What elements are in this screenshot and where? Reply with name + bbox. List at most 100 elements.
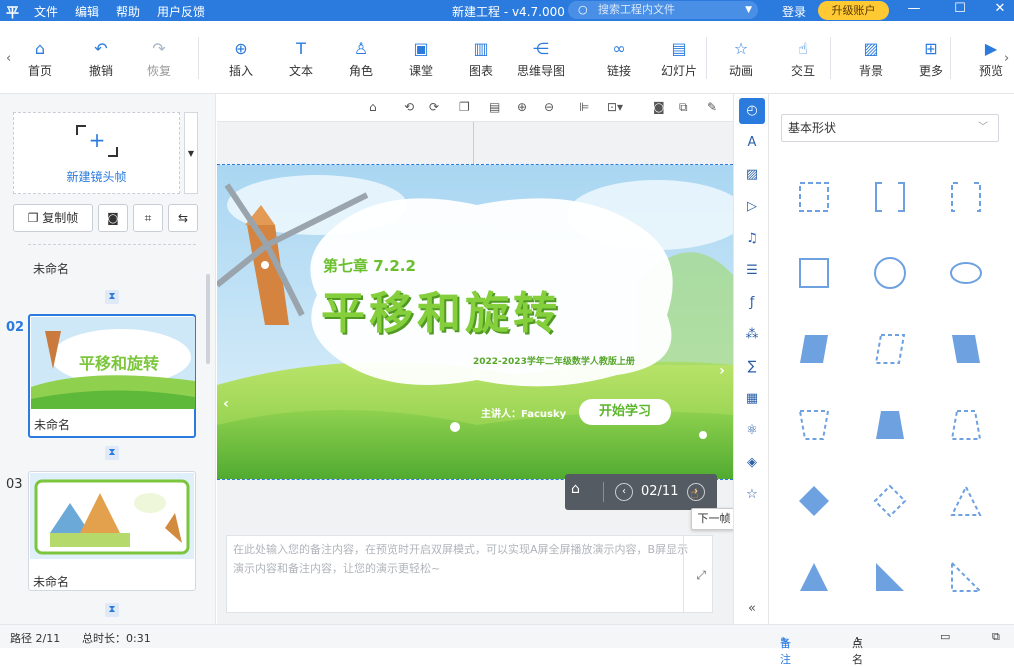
login-button[interactable]: 登录 — [782, 3, 806, 20]
home-icon[interactable]: ⌂ — [571, 481, 591, 501]
notes-textarea[interactable]: 在此处输入您的备注内容，在预览时开启双屏模式，可以实现A屏全屏播放演示内容，B屏… — [226, 535, 713, 613]
expand-icon[interactable]: ⤢ — [696, 566, 706, 585]
frame-thumbnail[interactable]: 未命名 — [28, 471, 196, 591]
shape-dashed-right-triangle[interactable] — [949, 560, 983, 594]
close-icon[interactable]: ✕ — [990, 1, 1010, 16]
notes-divider — [683, 535, 684, 613]
camera-icon[interactable]: ◙ — [653, 100, 665, 114]
toolbar-mindmap-button[interactable]: ⋲ 思维导图 — [505, 39, 577, 79]
toolbar-bar-chart-button[interactable]: ▥ 图表 — [455, 39, 507, 79]
shape-dashed-trapezoid[interactable] — [797, 408, 831, 442]
toolbar-scroll-right-icon[interactable]: › — [1004, 51, 1009, 66]
notes-toggle-label: 备注 — [780, 637, 791, 666]
frame-panel-scrollbar[interactable] — [206, 274, 210, 364]
transition-icon[interactable]: ⧗ — [105, 290, 119, 304]
shape-dashed-diamond[interactable] — [873, 484, 907, 518]
shape-dashed-parallelogram[interactable] — [873, 332, 907, 366]
menu-feedback[interactable]: 用户反馈 — [157, 3, 205, 20]
chevron-down-icon[interactable]: ▼ — [745, 1, 752, 19]
shape-category-select[interactable]: 基本形状 ﹀ — [781, 114, 999, 142]
frame-thumbnail-selected[interactable]: 平移和旋转 未命名 — [28, 314, 196, 438]
video-tab-icon[interactable]: ▷ — [739, 194, 765, 220]
switch-button[interactable]: ⇆ — [168, 204, 198, 232]
layers-tab-icon[interactable]: ◈ — [739, 450, 765, 476]
comment-tab-icon[interactable]: ☰ — [739, 258, 765, 284]
toolbar-slides-button[interactable]: ▤ 幻灯片 — [653, 39, 705, 79]
menu-edit[interactable]: 编辑 — [75, 3, 99, 20]
toolbar-scroll-left-icon[interactable]: ‹ — [6, 51, 11, 66]
slides-icon: ▤ — [671, 39, 687, 58]
toolbar-label: 课堂 — [408, 64, 433, 78]
toolbar-hand-button[interactable]: ☝ 交互 — [777, 39, 829, 79]
screen-icon[interactable]: ▭ — [940, 630, 950, 643]
shape-trapezoid[interactable] — [873, 408, 907, 442]
shape-dashed-trapezoid-up[interactable] — [949, 408, 983, 442]
align-icon[interactable]: ⊫ — [579, 100, 589, 114]
screenshot-icon[interactable]: ⧉ — [679, 100, 688, 115]
next-frame-arrow-icon[interactable]: › — [715, 360, 729, 382]
copy-frame-button[interactable]: ❐ 复制帧 — [13, 204, 93, 232]
shapes-tab-icon[interactable]: ◴ — [739, 98, 765, 124]
favorite-tab-icon[interactable]: ☆ — [739, 482, 765, 508]
shape-triangle[interactable] — [797, 560, 831, 594]
search-input[interactable]: ○ 搜索工程内文件 ▼ — [568, 1, 758, 19]
home-view-icon[interactable]: ⌂ — [369, 100, 377, 114]
rotate-left-icon[interactable]: ⟲ — [404, 100, 414, 114]
shape-brackets[interactable] — [873, 180, 907, 214]
edit-icon[interactable]: ✎ — [707, 100, 717, 114]
toolbar-link-button[interactable]: ∞ 链接 — [593, 39, 645, 79]
prev-frame-arrow-icon[interactable]: ‹ — [219, 393, 233, 415]
paste-icon[interactable]: ▤ — [489, 100, 500, 114]
toolbar-person-button[interactable]: ♙ 角色 — [335, 39, 387, 79]
slide-stage[interactable]: 第七章 7.2.2 平移和旋转 2022-2023学年二年级数学人教版上册 主讲… — [217, 164, 733, 480]
upgrade-button[interactable]: 升级账户 — [818, 1, 889, 20]
toolbar-undo-button[interactable]: ↶ 撤销 — [75, 39, 127, 79]
text-tab-icon[interactable]: A — [739, 130, 765, 156]
flash-tab-icon[interactable]: ƒ — [739, 290, 765, 316]
toolbar-text-button[interactable]: T 文本 — [275, 39, 327, 79]
shape-ellipse[interactable] — [949, 256, 983, 290]
bin-tab-icon[interactable]: ▦ — [739, 386, 765, 412]
shape-dashed-brackets[interactable] — [949, 180, 983, 214]
transition-icon[interactable]: ⧗ — [105, 603, 119, 617]
shape-dashed-square[interactable] — [797, 180, 831, 214]
window-icon[interactable]: ⧉ — [992, 630, 1000, 644]
frame-label: 未命名 — [33, 262, 70, 276]
transition-icon[interactable]: ⧗ — [105, 446, 119, 460]
maximize-icon[interactable]: ☐ — [950, 1, 970, 16]
shape-dashed-triangle[interactable] — [949, 484, 983, 518]
image-tab-icon[interactable]: ▨ — [739, 162, 765, 188]
toolbar-divider — [198, 37, 199, 79]
copy-icon[interactable]: ❐ — [459, 100, 470, 114]
new-frame-dropdown[interactable]: ▼ — [184, 112, 198, 194]
toolbar-redo-button[interactable]: ↷ 恢复 — [133, 39, 185, 79]
menu-file[interactable]: 文件 — [34, 3, 58, 20]
menu-help[interactable]: 帮助 — [116, 3, 140, 20]
shape-right-triangle[interactable] — [873, 560, 907, 594]
prev-frame-button[interactable]: ‹ — [615, 483, 633, 501]
shape-circle[interactable] — [873, 256, 907, 290]
camera-button[interactable]: ◙ — [98, 204, 128, 232]
shape-parallelogram[interactable] — [797, 332, 831, 366]
shape-reverse-parallelogram[interactable] — [949, 332, 983, 366]
new-frame-button[interactable]: + 新建镜头帧 — [13, 112, 180, 194]
rotate-right-icon[interactable]: ⟳ — [429, 100, 439, 114]
toolbar-plus-circle-button[interactable]: ⊕ 插入 — [215, 39, 267, 79]
zoom-out-icon[interactable]: ⊖ — [544, 100, 554, 114]
toolbar-classroom-button[interactable]: ▣ 课堂 — [395, 39, 447, 79]
svg-text:平移和旋转: 平移和旋转 — [79, 354, 159, 373]
atom-tab-icon[interactable]: ⚛ — [739, 418, 765, 444]
shape-square[interactable] — [797, 256, 831, 290]
toolbar-background-button[interactable]: ▨ 背景 — [845, 39, 897, 79]
lock-icon[interactable]: ⊡▾ — [607, 100, 623, 114]
toolbar-star-button[interactable]: ☆ 动画 — [715, 39, 767, 79]
music-tab-icon[interactable]: ♫ — [739, 226, 765, 252]
formula-tab-icon[interactable]: ∑ — [739, 354, 765, 380]
shape-diamond[interactable] — [797, 484, 831, 518]
zoom-in-icon[interactable]: ⊕ — [517, 100, 527, 114]
collapse-panel-icon[interactable]: « — [739, 596, 765, 622]
crop-button[interactable]: ⌗ — [133, 204, 163, 232]
widgets-tab-icon[interactable]: ⁂ — [739, 322, 765, 348]
minimize-icon[interactable]: — — [904, 1, 924, 16]
toolbar-home-button[interactable]: ⌂ 首页 — [14, 39, 66, 79]
